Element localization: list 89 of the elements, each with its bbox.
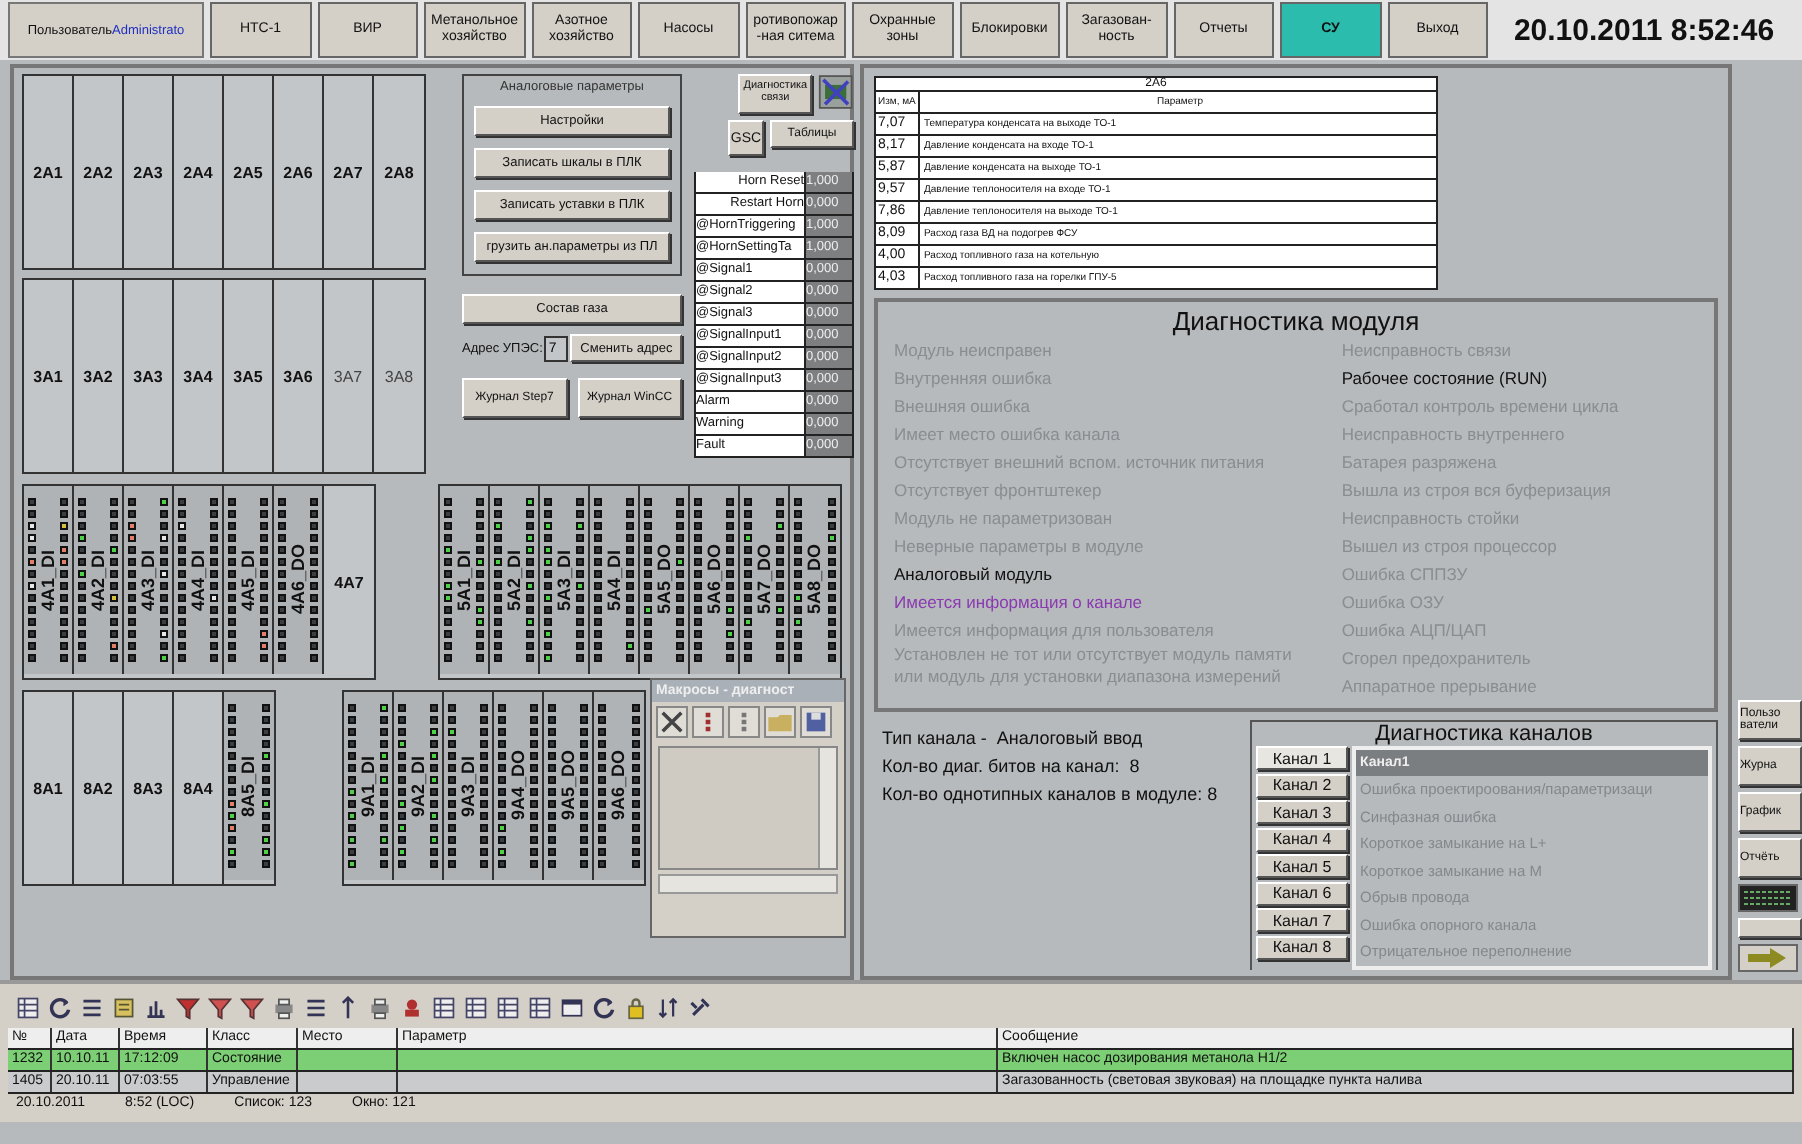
folder-icon[interactable]: [764, 706, 796, 738]
channel-button[interactable]: Канал 2: [1256, 773, 1348, 797]
module-label: 9A2_DI: [407, 755, 428, 817]
io-module[interactable]: 5A8_DO: [790, 486, 840, 674]
grid-icon[interactable]: [16, 996, 40, 1020]
sort-icon[interactable]: [656, 996, 680, 1020]
io-module[interactable]: 4A6_DO: [274, 486, 324, 674]
grid-icon[interactable]: [528, 996, 552, 1020]
io-module[interactable]: 5A5_DO: [640, 486, 690, 674]
io-module[interactable]: 9A3_DI: [444, 692, 494, 880]
module-label: 9A1_DI: [357, 755, 378, 817]
dots-icon[interactable]: [692, 706, 724, 738]
refresh-icon[interactable]: [48, 996, 72, 1020]
module-label: 8A5_DI: [238, 755, 259, 817]
lock-icon[interactable]: [624, 996, 648, 1020]
save-icon[interactable]: [800, 706, 832, 738]
module-label: 5A2_DI: [503, 549, 524, 611]
module-label: 9A5_DO: [557, 750, 578, 821]
filter-icon[interactable]: [176, 996, 200, 1020]
filter-icon[interactable]: [240, 996, 264, 1020]
io-module[interactable]: 5A1_DI: [440, 486, 490, 674]
delete-icon[interactable]: [656, 706, 688, 738]
module-label: 5A7_DO: [753, 544, 774, 615]
diagnostic-item: Рабочее состояние (RUN): [1341, 366, 1550, 392]
module-label: 9A4_DO: [507, 750, 528, 821]
list-icon[interactable]: [304, 996, 328, 1020]
window-icon[interactable]: [560, 996, 584, 1020]
module-label: 5A3_DI: [553, 549, 574, 611]
io-module[interactable]: 5A2_DI: [490, 486, 540, 674]
channel-button[interactable]: Канал 1: [1256, 746, 1348, 770]
side-button[interactable]: [1738, 918, 1802, 938]
stamp-icon[interactable]: [400, 996, 424, 1020]
module-label: 4A3_DI: [137, 549, 158, 611]
io-module[interactable]: 4A2_DI: [74, 486, 124, 674]
io-module[interactable]: 5A6_DO: [690, 486, 740, 674]
grid-icon[interactable]: [496, 996, 520, 1020]
module-label: 5A8_DO: [804, 544, 825, 615]
list-icon[interactable]: [80, 996, 104, 1020]
module-label: 9A3_DI: [457, 755, 478, 817]
module-label: 4A6_DO: [287, 544, 308, 615]
section-title: Диагностика модуля: [1170, 306, 1422, 336]
io-module[interactable]: 4A5_DI: [224, 486, 274, 674]
channel-button[interactable]: Канал 4: [1256, 827, 1348, 851]
grid-icon[interactable]: [464, 996, 488, 1020]
io-module[interactable]: 5A4_DI: [590, 486, 640, 674]
section-title: Диагностика каналов: [1373, 722, 1595, 746]
grid-icon[interactable]: [432, 996, 456, 1020]
date-time: 20.10.2011 8:52:46: [1511, 11, 1777, 51]
module-label: 9A6_DO: [608, 750, 629, 821]
book-icon[interactable]: [112, 996, 136, 1020]
io-module[interactable]: 4A4_DI: [174, 486, 224, 674]
io-module[interactable]: 9A6_DO: [594, 692, 644, 880]
module-label: 5A6_DO: [703, 544, 724, 615]
module-label: 4A2_DI: [87, 549, 108, 611]
dots-icon[interactable]: [728, 706, 760, 738]
io-module[interactable]: 9A5_DO: [544, 692, 594, 880]
module-label: 5A5_DO: [653, 544, 674, 615]
module-label: 5A4_DI: [603, 549, 624, 611]
channel-button[interactable]: Канал 5: [1256, 854, 1348, 878]
diagnostic-item: Аналоговый модуль: [894, 562, 1055, 588]
io-module[interactable]: 5A7_DO: [740, 486, 790, 674]
channel-button[interactable]: Канал 3: [1256, 800, 1348, 824]
io-module[interactable]: 9A1_DI: [344, 692, 394, 880]
channel-button[interactable]: Канал 7: [1256, 908, 1348, 932]
channel-info-text: Кол-во однотипных каналов в модуле: 8: [882, 784, 1218, 804]
module-label: 4A5_DI: [237, 549, 258, 611]
io-module[interactable]: 5A3_DI: [540, 486, 590, 674]
crossed-monitor-icon[interactable]: [818, 74, 854, 110]
module-label: 4A4_DI: [187, 549, 208, 611]
channel-info-text: Тип канала - Аналоговый ввод: [882, 728, 1145, 748]
printer-icon[interactable]: [368, 996, 392, 1020]
chart-icon[interactable]: [144, 996, 168, 1020]
scroll-bar[interactable]: [818, 748, 836, 868]
io-module[interactable]: 8A5_DI: [224, 692, 274, 880]
filter-icon[interactable]: [208, 996, 232, 1020]
channel-info-text: Кол-во диаг. битов на канал: 8: [882, 756, 1142, 776]
refresh-icon[interactable]: [592, 996, 616, 1020]
io-module[interactable]: 4A3_DI: [124, 486, 174, 674]
scroll-bar[interactable]: [658, 874, 838, 894]
io-module[interactable]: 9A4_DO: [494, 692, 544, 880]
diagnostic-item: Имеется информация о канале: [894, 590, 1145, 616]
io-module[interactable]: 4A1_DI: [24, 486, 74, 674]
module-label: 4A1_DI: [37, 549, 58, 611]
display-icon[interactable]: [1738, 884, 1798, 912]
io-module[interactable]: 9A2_DI: [394, 692, 444, 880]
channel-button[interactable]: Канал 8: [1256, 935, 1348, 959]
printer-icon[interactable]: [272, 996, 296, 1020]
module-label: 5A1_DI: [453, 549, 474, 611]
channel-button[interactable]: Канал 6: [1256, 881, 1348, 905]
